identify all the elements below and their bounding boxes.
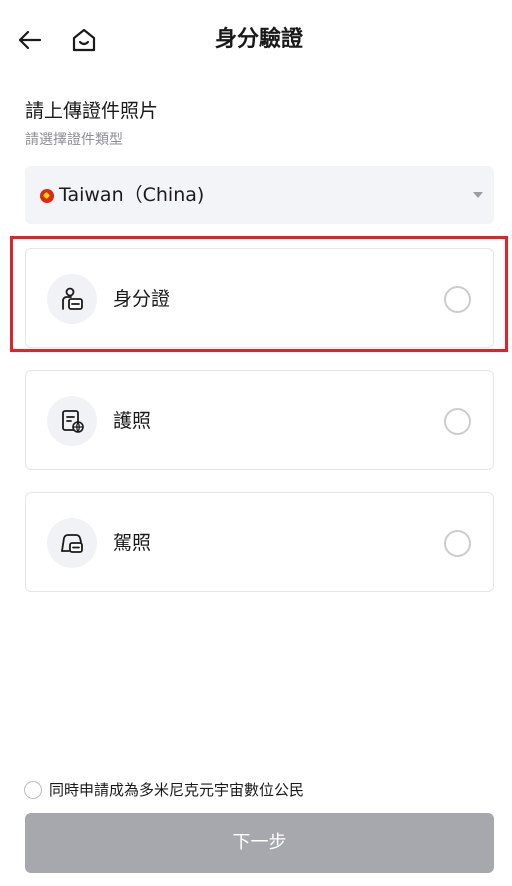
header-bar: 身分驗證 <box>0 0 512 80</box>
country-select-value: Taiwan（China) <box>59 184 205 206</box>
option-id-card[interactable]: 身分證 <box>25 248 494 348</box>
upload-title: 請上傳證件照片 <box>25 100 159 122</box>
next-button[interactable]: 下一步 <box>25 813 494 873</box>
option-label: 護照 <box>113 410 152 432</box>
passport-icon <box>47 396 97 446</box>
id-card-icon <box>47 274 97 324</box>
option-radio[interactable] <box>444 530 471 557</box>
citizen-option-label: 同時申請成為多米尼克元宇宙數位公民 <box>49 781 305 799</box>
option-radio[interactable] <box>444 408 471 435</box>
upload-subtitle: 請選擇證件類型 <box>25 132 123 148</box>
flag-icon <box>40 189 54 203</box>
option-radio[interactable] <box>444 286 471 313</box>
citizen-checkbox[interactable] <box>24 781 42 799</box>
option-passport[interactable]: 護照 <box>25 370 494 470</box>
option-label: 身分證 <box>113 288 171 310</box>
driver-license-icon <box>47 518 97 568</box>
chevron-down-icon <box>473 192 483 198</box>
option-label: 駕照 <box>113 532 152 554</box>
page-title: 身分驗證 <box>214 27 303 52</box>
option-driver-license[interactable]: 駕照 <box>25 492 494 592</box>
country-select[interactable]: Taiwan（China) <box>25 166 494 224</box>
